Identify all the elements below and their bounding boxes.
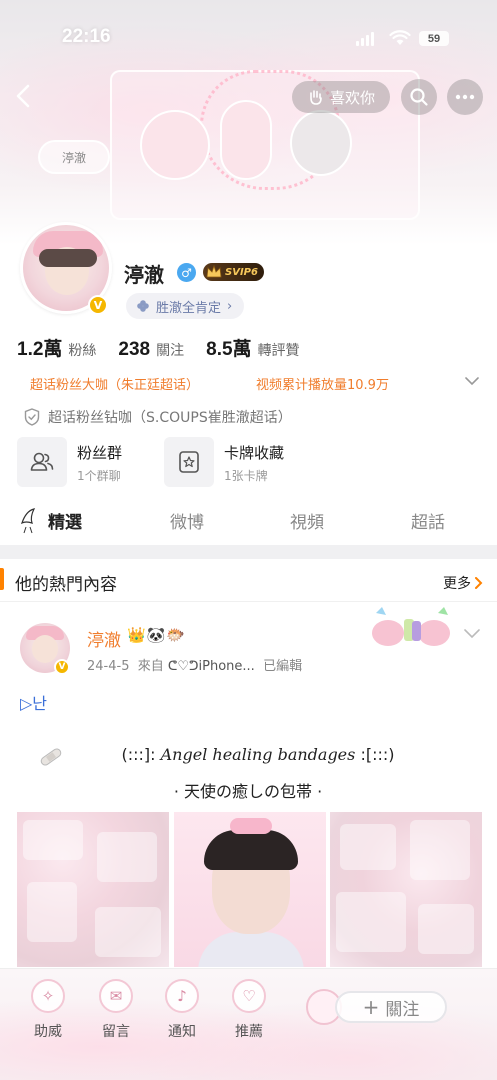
fan-group-card-button[interactable]	[17, 437, 67, 487]
following-label[interactable]: 關注	[156, 340, 184, 360]
post-meta: 24-4-5 來自 ᕦ♡ᕤiPhone... 已編輯	[87, 655, 302, 674]
profile-tabs: 精選 微博 視頻 超話	[0, 500, 497, 542]
more-label: 更多	[443, 576, 471, 592]
recommend-button[interactable]: ♡ 推薦	[225, 979, 273, 1049]
following-count[interactable]: 238	[118, 339, 150, 361]
post-verified-badge-icon: V	[54, 659, 70, 675]
hand-wave-icon	[310, 90, 322, 105]
back-icon[interactable]	[8, 80, 40, 112]
profile-username: 渟澈	[124, 263, 164, 287]
approval-tag[interactable]: 胜澈全肯定 ›	[126, 293, 245, 319]
post-edited-label: 已編輯	[263, 659, 303, 674]
profile-cards: 粉丝群 1个群聊 卡牌收藏 1张卡牌	[17, 437, 487, 489]
like-you-button[interactable]: 喜欢你	[292, 81, 390, 113]
notify-button[interactable]: ♪ 通知	[158, 979, 206, 1049]
post-options-chevron-icon[interactable]	[463, 628, 481, 640]
approval-label: 胜澈全肯定	[156, 300, 222, 316]
more-options-button[interactable]	[447, 79, 483, 115]
fan-group-title[interactable]: 粉丝群	[77, 442, 122, 463]
verified-badge-icon: V	[88, 295, 108, 315]
group-icon	[30, 452, 54, 471]
message-button[interactable]: ✉ 留言	[92, 979, 140, 1049]
more-link[interactable]: 更多	[443, 573, 483, 593]
banner-bear-decoration	[140, 110, 210, 180]
bow-decoration-icon	[20, 508, 36, 534]
message-label: 留言	[102, 1024, 130, 1040]
honor-row[interactable]: 超话粉丝大咖（朱正廷超话） 视频累计播放量10.9万	[30, 374, 485, 394]
like-you-label: 喜欢你	[329, 88, 375, 107]
recommend-label: 推薦	[235, 1024, 263, 1040]
plus-icon: +	[362, 995, 380, 1019]
section-divider	[0, 545, 497, 559]
chevron-down-icon[interactable]	[465, 376, 479, 386]
post-source[interactable]: ᕦ♡ᕤiPhone...	[168, 659, 255, 674]
status-time: 22:16	[62, 26, 111, 47]
post-photo-grid	[17, 812, 487, 967]
post-text-line3: · 天使の癒しの包帯 ·	[173, 782, 323, 801]
pig-sticker-decoration	[372, 607, 450, 646]
message-icon: ✉	[99, 979, 133, 1013]
post-source-prefix: 來自	[137, 659, 164, 674]
interactions-label: 轉評贊	[257, 343, 300, 359]
interactions-count: 8.5萬	[206, 339, 252, 360]
ellipsis-icon	[455, 94, 475, 100]
honor-super-topic[interactable]: 超话粉丝大咖（朱正廷超话）	[30, 374, 199, 393]
honor-video-views[interactable]: 视频累计播放量10.9万	[256, 374, 389, 393]
clover-icon	[137, 300, 149, 312]
section-title: 他的熱門內容	[15, 575, 117, 595]
chevron-right-icon: ›	[227, 298, 233, 314]
cheer-icon: ✧	[31, 979, 65, 1013]
post-photo-3[interactable]	[330, 812, 482, 967]
post-author-name[interactable]: 渟澈	[87, 626, 121, 651]
cheer-label: 助威	[34, 1024, 62, 1040]
follow-label: 關注	[385, 999, 420, 1020]
crown-icon	[206, 264, 222, 278]
post-photo-2[interactable]	[174, 812, 326, 967]
svip-label: SVIP6	[225, 266, 258, 278]
wifi-icon	[389, 30, 411, 45]
section-accent-bar	[0, 568, 4, 590]
post-photo-1[interactable]	[17, 812, 169, 967]
card-collection-title[interactable]: 卡牌收藏	[224, 442, 284, 463]
status-bar: 22:16 59	[0, 26, 497, 54]
shield-icon	[24, 408, 40, 426]
post-text-line2: (:::]: Angel healing bandages :[:::)	[121, 745, 395, 764]
card-star-icon	[179, 451, 199, 473]
tab-weibo[interactable]: 微博	[170, 508, 204, 533]
svip-badge[interactable]: SVIP6	[203, 263, 264, 281]
banner-cat-decoration	[290, 110, 352, 176]
banner-name-sticker: 渟澈	[38, 140, 110, 174]
followers-label[interactable]: 粉絲	[68, 340, 96, 360]
post-text-line1: ▷난	[20, 694, 48, 713]
tab-super-topic[interactable]: 超話	[411, 508, 445, 533]
follow-button[interactable]: + 關注	[335, 991, 447, 1023]
followers-count[interactable]: 1.2萬	[17, 334, 62, 361]
search-button[interactable]	[401, 79, 437, 115]
search-icon	[410, 88, 428, 106]
card-collection-subtitle: 1张卡牌	[224, 469, 268, 483]
fan-group-subtitle: 1个群聊	[77, 469, 121, 483]
cheer-button[interactable]: ✧ 助威	[24, 979, 72, 1049]
bottom-action-bar: ✧ 助威 ✉ 留言 ♪ 通知 ♡ 推薦 + 關注	[0, 968, 497, 1080]
tab-featured[interactable]: 精選	[48, 508, 82, 533]
male-gender-icon: ♂	[177, 263, 196, 282]
hot-content-header: 他的熱門內容 更多	[0, 560, 497, 602]
bell-icon: ♪	[165, 979, 199, 1013]
recommend-icon: ♡	[232, 979, 266, 1013]
fan-level-label: 超话粉丝钻咖（S.COUPS崔胜澈超话）	[48, 410, 292, 426]
post-date: 24-4-5	[87, 659, 130, 674]
profile-stats: 1.2萬 粉絲 238 關注 8.5萬 轉評贊	[17, 334, 322, 361]
notify-label: 通知	[168, 1024, 196, 1040]
cellular-signal-icon	[356, 32, 374, 46]
chevron-right-icon	[475, 577, 483, 589]
tab-videos[interactable]: 視頻	[290, 508, 324, 533]
card-collection-button[interactable]	[164, 437, 214, 487]
fan-level-row[interactable]: 超话粉丝钻咖（S.COUPS崔胜澈超话）	[24, 407, 292, 427]
battery-indicator: 59	[419, 31, 449, 46]
banner-bunny-decoration	[220, 100, 272, 180]
post-author-emoji: 👑🐼🐡	[127, 626, 187, 644]
